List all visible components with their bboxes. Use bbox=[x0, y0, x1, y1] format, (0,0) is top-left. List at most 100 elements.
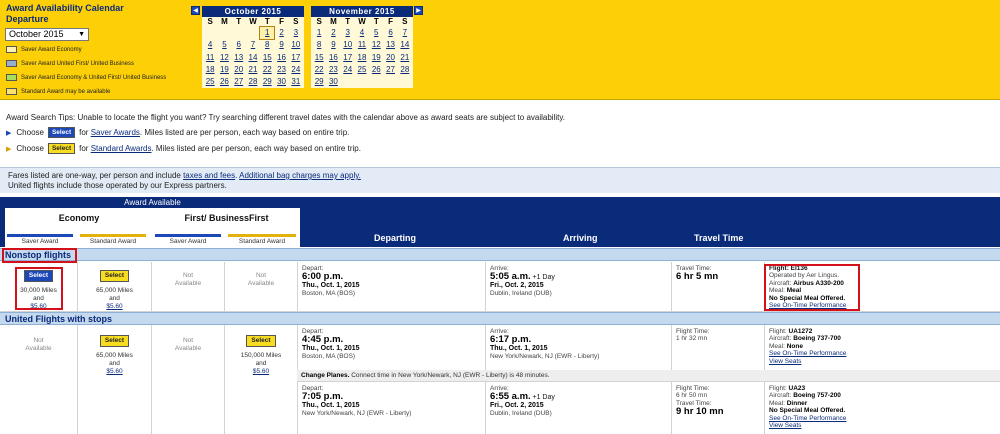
calendar-day[interactable]: 16 bbox=[274, 52, 288, 64]
calendar-day[interactable]: 13 bbox=[232, 52, 246, 64]
flight-time-value: 1 hr 32 mn bbox=[676, 335, 708, 343]
segment1-details: Flight: UA1272 Aircraft: Boeing 737-700 … bbox=[765, 325, 1000, 365]
calendar-month-october: October 2015 SMTWTFS 1 2 3 4 5 6 7 8 9 10 11 12 13 14… bbox=[202, 6, 304, 89]
calendar-day[interactable]: 23 bbox=[274, 64, 288, 76]
weekday-label: T bbox=[264, 17, 270, 26]
month-header: October 2015 bbox=[202, 6, 304, 17]
segment1-arriving: Arrive: 6:17 p.m. Thu., Oct. 1, 2015 New… bbox=[486, 325, 672, 370]
fee-link[interactable]: $5.60 bbox=[106, 368, 122, 375]
calendar-day[interactable]: 14 bbox=[398, 39, 412, 51]
calendar-day[interactable]: 15 bbox=[260, 52, 274, 64]
calendar-day[interactable]: 7 bbox=[398, 27, 412, 39]
weekday-label: M bbox=[330, 17, 337, 26]
calendar-day[interactable]: 23 bbox=[326, 64, 340, 76]
calendar-day[interactable]: 4 bbox=[355, 27, 369, 39]
aircraft-value: Boeing 757-200 bbox=[793, 392, 841, 400]
calendar-day[interactable]: 21 bbox=[398, 52, 412, 64]
on-time-performance-link[interactable]: See On-Time Performance bbox=[769, 415, 1000, 422]
calendar-day[interactable]: 11 bbox=[355, 39, 369, 51]
tip-text: Choose bbox=[16, 128, 44, 137]
depart-city: Boston, MA (BOS) bbox=[302, 289, 356, 297]
calendar-day[interactable]: 19 bbox=[217, 64, 231, 76]
economy-header: Economy bbox=[58, 213, 100, 223]
calendar-day[interactable]: 26 bbox=[369, 64, 383, 76]
calendar-day[interactable]: 27 bbox=[383, 64, 397, 76]
calendar-day[interactable]: 5 bbox=[369, 27, 383, 39]
calendar-day[interactable]: 26 bbox=[217, 76, 231, 88]
taxes-fees-link[interactable]: taxes and fees bbox=[183, 171, 235, 180]
calendar-day[interactable]: 27 bbox=[232, 76, 246, 88]
calendar-day[interactable]: 18 bbox=[203, 64, 217, 76]
calendar-day[interactable]: 20 bbox=[383, 52, 397, 64]
next-month-button[interactable]: ▶ bbox=[414, 6, 423, 15]
first-standard-select-button[interactable]: Select bbox=[246, 335, 276, 347]
arriving-column-header: Arriving bbox=[563, 233, 598, 243]
calendar-day[interactable]: 20 bbox=[232, 64, 246, 76]
calendar-day[interactable]: 18 bbox=[355, 52, 369, 64]
on-time-performance-link[interactable]: See On-Time Performance bbox=[769, 350, 1000, 357]
calendar-day[interactable]: 14 bbox=[246, 52, 260, 64]
departing-column-header: Departing bbox=[374, 233, 417, 243]
economy-saver-chip: Saver Award bbox=[7, 234, 73, 245]
calendar-day[interactable]: 6 bbox=[383, 27, 397, 39]
calendar-day[interactable]: 24 bbox=[289, 64, 303, 76]
calendar-day[interactable]: 13 bbox=[383, 39, 397, 51]
economy-standard-select-button[interactable]: Select bbox=[99, 335, 130, 347]
chevron-right-icon: ▶ bbox=[416, 8, 421, 14]
economy-standard-select-button[interactable]: Select bbox=[99, 270, 130, 282]
calendar-day[interactable]: 21 bbox=[246, 64, 260, 76]
calendar-day[interactable]: 8 bbox=[312, 39, 326, 51]
standard-awards-link[interactable]: Standard Awards bbox=[91, 144, 152, 153]
calendar-day[interactable]: 4 bbox=[203, 39, 217, 51]
calendar-day[interactable]: 2 bbox=[274, 27, 288, 39]
calendar-day[interactable]: 3 bbox=[289, 27, 303, 39]
calendar-day[interactable]: 31 bbox=[289, 76, 303, 88]
calendar-day[interactable]: 30 bbox=[326, 76, 340, 88]
fee-link[interactable]: $5.60 bbox=[253, 368, 269, 375]
calendar-empty-cell bbox=[232, 27, 246, 39]
calendar-day[interactable]: 29 bbox=[312, 76, 326, 88]
view-seats-link[interactable]: View Seats bbox=[769, 358, 1000, 365]
weekday-label: W bbox=[249, 17, 257, 26]
calendar-day[interactable]: 25 bbox=[355, 64, 369, 76]
calendar-day[interactable]: 9 bbox=[274, 39, 288, 51]
calendar-day[interactable]: 17 bbox=[341, 52, 355, 64]
calendar-day[interactable]: 9 bbox=[326, 39, 340, 51]
calendar-day[interactable]: 1 bbox=[312, 27, 326, 39]
calendar-day[interactable]: 12 bbox=[217, 52, 231, 64]
calendar-day[interactable]: 10 bbox=[341, 39, 355, 51]
calendar-day[interactable]: 10 bbox=[289, 39, 303, 51]
saver-awards-link[interactable]: Saver Awards bbox=[91, 128, 140, 137]
calendar-day[interactable]: 6 bbox=[232, 39, 246, 51]
not-available-text: Available bbox=[174, 280, 202, 287]
calendar-day[interactable]: 3 bbox=[341, 27, 355, 39]
calendar-day[interactable]: 1 bbox=[259, 25, 276, 41]
calendar-day[interactable]: 15 bbox=[312, 52, 326, 64]
view-seats-link[interactable]: View Seats bbox=[769, 422, 1000, 429]
calendar-day[interactable]: 30 bbox=[274, 76, 288, 88]
and-text: and bbox=[109, 360, 120, 367]
weekday-label: F bbox=[279, 17, 284, 26]
calendar-empty-cell bbox=[217, 27, 231, 39]
calendar-day[interactable]: 22 bbox=[260, 64, 274, 76]
fee-link[interactable]: $5.60 bbox=[106, 303, 122, 310]
tip-standard: ▶ Choose Select for Standard Awards . Mi… bbox=[6, 143, 361, 154]
month-select[interactable]: October 2015 ▼ bbox=[5, 28, 89, 41]
calendar-day[interactable]: 29 bbox=[260, 76, 274, 88]
calendar-day[interactable]: 17 bbox=[289, 52, 303, 64]
calendar-day[interactable]: 7 bbox=[246, 39, 260, 51]
calendar-day[interactable]: 28 bbox=[246, 76, 260, 88]
calendar-day[interactable]: 25 bbox=[203, 76, 217, 88]
calendar-day[interactable]: 28 bbox=[398, 64, 412, 76]
calendar-day[interactable]: 8 bbox=[260, 39, 274, 51]
calendar-day[interactable]: 11 bbox=[203, 52, 217, 64]
bag-charges-link[interactable]: Additional bag charges may apply. bbox=[239, 171, 361, 180]
prev-month-button[interactable]: ◀ bbox=[191, 6, 200, 15]
calendar-day[interactable]: 19 bbox=[369, 52, 383, 64]
calendar-day[interactable]: 22 bbox=[312, 64, 326, 76]
calendar-day[interactable]: 5 bbox=[217, 39, 231, 51]
calendar-day[interactable]: 12 bbox=[369, 39, 383, 51]
calendar-day[interactable]: 2 bbox=[326, 27, 340, 39]
calendar-day[interactable]: 24 bbox=[341, 64, 355, 76]
calendar-day[interactable]: 16 bbox=[326, 52, 340, 64]
